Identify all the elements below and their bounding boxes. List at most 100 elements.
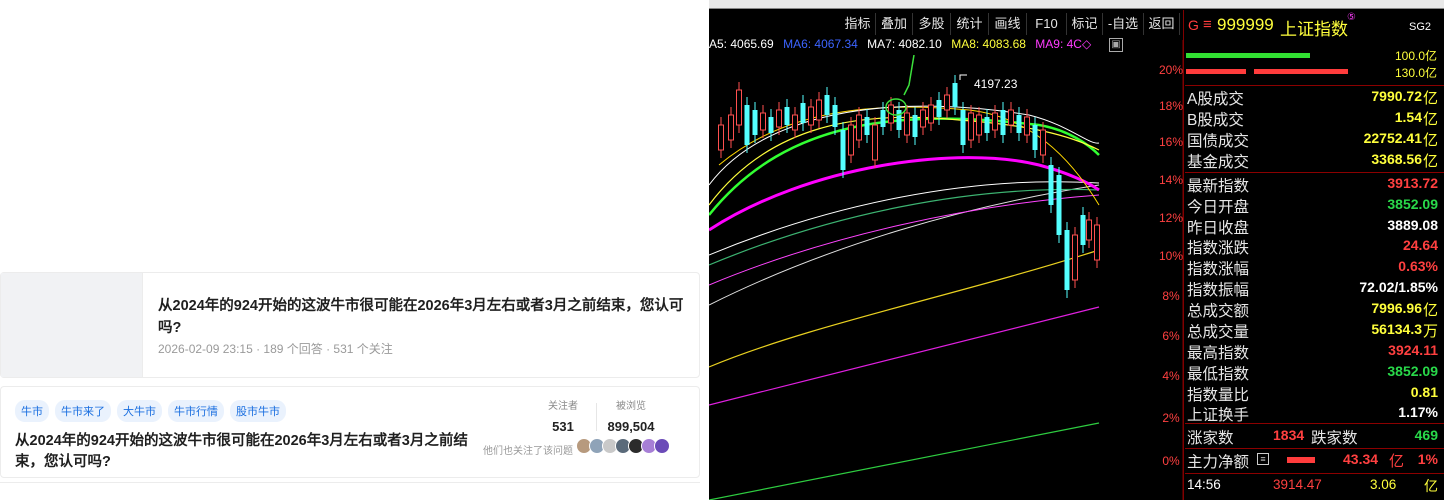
stat-row: 最新指数 3913.72 xyxy=(1185,174,1444,195)
bar-green-2 xyxy=(1254,53,1310,58)
topic-tag[interactable]: 牛市来了 xyxy=(55,400,111,422)
stat-value: 3924.11 xyxy=(1388,342,1438,358)
stat-row: 今日开盘 3852.09 xyxy=(1185,195,1444,216)
ma-line-white-2 xyxy=(709,181,1100,256)
candle-body xyxy=(848,124,854,156)
stat-value: 1.54 xyxy=(1394,109,1422,125)
next-card-edge xyxy=(0,482,700,500)
ma-legend-item: A5: 4065.69 xyxy=(709,37,774,51)
bar-bottom-value: 130.0亿 xyxy=(1394,66,1437,80)
qa-panel: 从2024年的924开始的这波牛市很可能在2026年3月左右或者3月之前结束，您… xyxy=(0,0,708,500)
stat-row: 总成交量 56134.3 万 xyxy=(1185,320,1444,341)
candle-body xyxy=(1064,230,1070,290)
stat-label: 最低指数 xyxy=(1187,366,1250,383)
question-card[interactable]: 从2024年的924开始的这波牛市很可能在2026年3月左右或者3月之前结束，您… xyxy=(0,272,700,378)
stat-value: 0.81 xyxy=(1410,384,1438,400)
stat-label: 上证换手 xyxy=(1187,407,1250,424)
toolbar-watchlist-button[interactable]: -自选 xyxy=(1103,13,1144,35)
avatar[interactable] xyxy=(654,438,670,454)
candle-body xyxy=(968,112,974,141)
stat-row: 总成交额 7996.96 亿 xyxy=(1185,299,1444,320)
stat-label: B股成交 xyxy=(1187,112,1244,129)
ma-legend-item: MA7: 4082.10 xyxy=(867,37,942,51)
follower-avatars[interactable] xyxy=(576,438,670,454)
candle-body xyxy=(1094,224,1100,261)
candle-body xyxy=(808,106,814,126)
stat-row: 指数量比 0.81 xyxy=(1185,383,1444,404)
stat-row: 指数涨跌 24.64 xyxy=(1185,236,1444,257)
also-followed-text: 他们也关注了该问题 xyxy=(483,446,573,457)
candle-body xyxy=(728,114,734,141)
toolbar-indicator-button[interactable]: 指标 xyxy=(840,13,876,35)
stat-row: 指数涨幅 0.63% xyxy=(1185,257,1444,278)
ma-legend-item: MA9: 4C◇ xyxy=(1035,37,1092,51)
bar-top-value: 100.0亿 xyxy=(1394,49,1437,63)
panel-separator xyxy=(1183,10,1184,500)
list-icon[interactable]: ≡ xyxy=(1257,453,1269,465)
main-flow-value: 43.34 xyxy=(1343,451,1379,467)
candle-body xyxy=(904,112,910,136)
stat-row: 最低指数 3852.09 xyxy=(1185,362,1444,383)
main-flow-label: 主力净额 xyxy=(1187,454,1250,471)
candle-body xyxy=(1040,129,1046,156)
question-title[interactable]: 从2024年的924开始的这波牛市很可能在2026年3月左右或者3月之前结束，您… xyxy=(158,295,688,339)
stock-chart-window: 指标 叠加 多股 统计 画线 F10 标记 -自选 返回 G ≡ 999999 … xyxy=(709,0,1444,500)
candle-body xyxy=(1080,215,1086,245)
main-flow-bar xyxy=(1287,457,1315,463)
stat-value: 0.63% xyxy=(1398,258,1438,274)
topic-tag[interactable]: 股市牛市 xyxy=(230,400,286,422)
candle-body xyxy=(920,109,926,128)
candle-body xyxy=(896,110,902,130)
candle-body xyxy=(824,95,830,115)
divider xyxy=(1185,423,1444,424)
stat-label: 最新指数 xyxy=(1187,178,1250,195)
stat-label: 今日开盘 xyxy=(1187,199,1250,216)
topic-tag[interactable]: 大牛市 xyxy=(117,400,162,422)
menu-icon[interactable]: ≡ xyxy=(1203,16,1212,33)
toolbar-back-button[interactable]: 返回 xyxy=(1144,13,1180,35)
candle-body xyxy=(768,117,774,133)
stat-divider xyxy=(596,403,597,431)
stat-value: 3852.09 xyxy=(1387,363,1438,379)
candle-body xyxy=(736,89,742,126)
divider xyxy=(1185,473,1444,474)
ma-line-white-1 xyxy=(709,184,1100,306)
stat-value: 1.17% xyxy=(1398,404,1438,420)
candle-body xyxy=(816,99,822,121)
toolbar-multi-stock-button[interactable]: 多股 xyxy=(913,13,951,35)
percent-axis-ticks xyxy=(1182,40,1184,500)
topic-tag[interactable]: 牛市行情 xyxy=(168,400,224,422)
ma-legend-item: MA8: 4083.68 xyxy=(951,37,1026,51)
candle-body xyxy=(880,110,886,127)
toolbar-f10-button[interactable]: F10 xyxy=(1027,13,1067,35)
stat-row: 上证换手 1.17% xyxy=(1185,403,1444,424)
stat-row: 基金成交 3368.56 亿 xyxy=(1185,150,1444,171)
topic-tags: 牛市 牛市来了 大牛市 牛市行情 股市牛市 xyxy=(15,400,286,422)
bar-red-2 xyxy=(1254,69,1348,74)
candle-body xyxy=(776,109,782,128)
stat-value: 56134.3 xyxy=(1371,321,1422,337)
stat-label: 基金成交 xyxy=(1187,154,1250,171)
candle-body xyxy=(1072,234,1078,281)
stat-row: 昨日收盘 3889.08 xyxy=(1185,216,1444,237)
stat-label: A股成交 xyxy=(1187,91,1244,108)
ma-line-pink xyxy=(709,194,1100,286)
stat-label: 总成交量 xyxy=(1187,324,1250,341)
moving-average-legend: A5: 4065.69 MA6: 4067.34 MA7: 4082.10 MA… xyxy=(709,37,1097,53)
toolbar-draw-line-button[interactable]: 画线 xyxy=(989,13,1027,35)
toolbar-statistics-button[interactable]: 统计 xyxy=(951,13,989,35)
candle-body xyxy=(952,83,958,107)
stat-unit: 亿 xyxy=(1422,153,1438,170)
candle-body xyxy=(1086,219,1092,241)
divider xyxy=(1185,172,1444,173)
toolbar-overlay-button[interactable]: 叠加 xyxy=(876,13,913,35)
candle-body xyxy=(992,112,998,131)
stat-row: 最高指数 3924.11 xyxy=(1185,341,1444,362)
expand-icon[interactable]: ▣ xyxy=(1109,38,1123,52)
divider xyxy=(1185,85,1444,86)
high-price-label: 4197.23 xyxy=(974,77,1018,91)
topic-tag[interactable]: 牛市 xyxy=(15,400,49,422)
candlestick-chart[interactable] xyxy=(709,55,1154,500)
toolbar-mark-button[interactable]: 标记 xyxy=(1067,13,1103,35)
ma-line-long-yellow xyxy=(709,249,1100,368)
